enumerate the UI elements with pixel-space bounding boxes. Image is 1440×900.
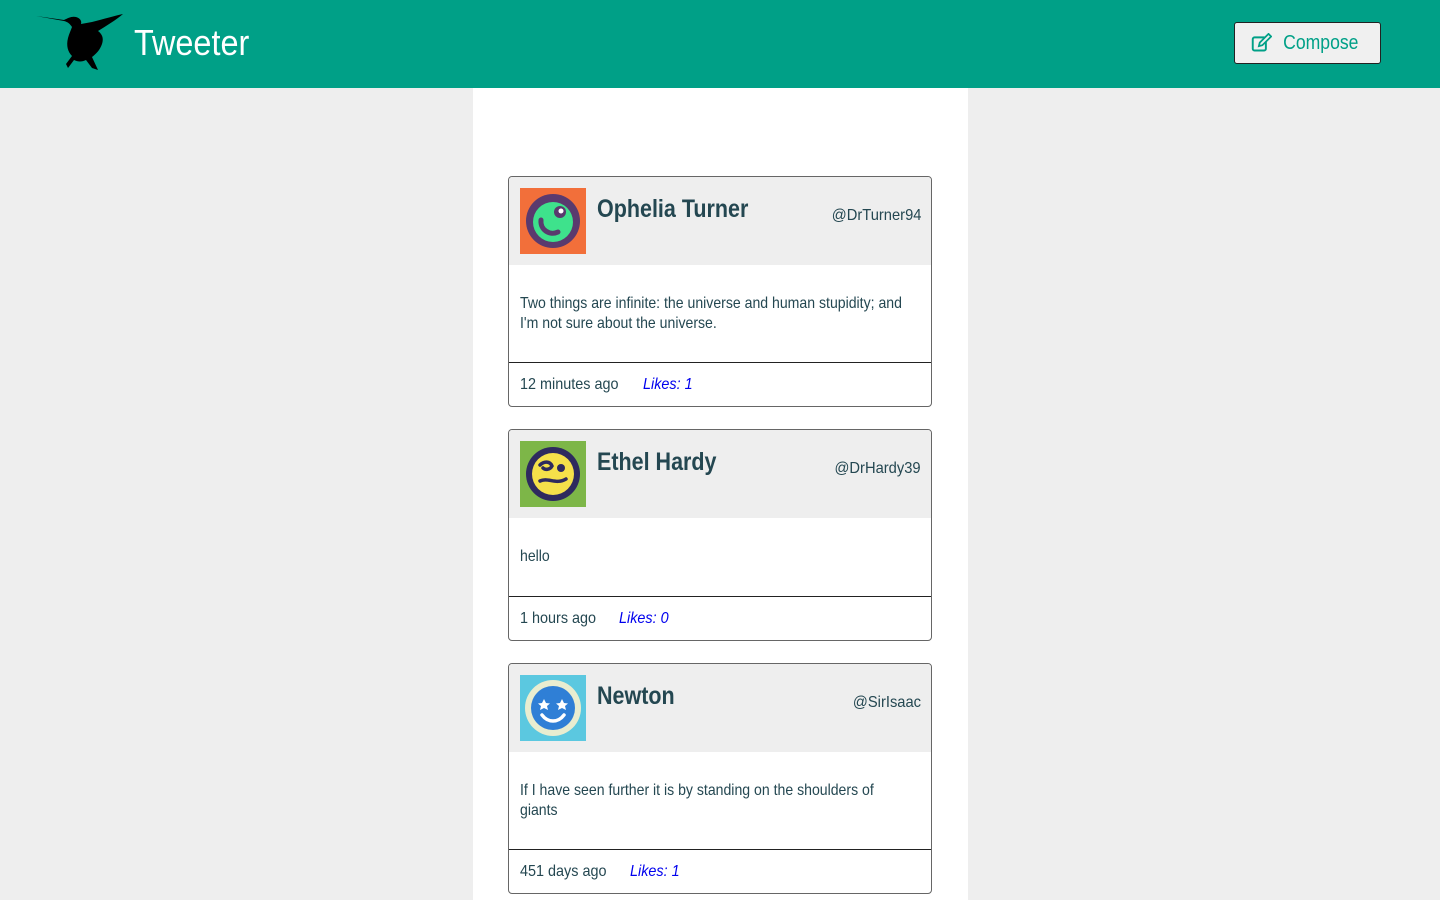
user-name: Ethel Hardy [597,448,717,476]
tweet-time: 451 days ago [520,862,607,880]
tweet-body: hello [509,518,931,597]
tweet-header: Ethel Hardy @DrHardy39 [509,430,931,518]
tweet-feed: Ophelia Turner @DrTurner94 Two things ar… [473,88,968,900]
compose-button[interactable]: Compose [1234,22,1381,64]
avatar-face-icon [520,441,586,507]
tweet-body: If I have seen further it is by standing… [509,752,931,850]
user-name: Newton [597,682,675,710]
compose-label: Compose [1283,31,1359,54]
avatar-face-icon [520,675,586,741]
edit-icon [1251,32,1273,51]
app-title[interactable]: Tweeter [134,22,249,64]
tweet-header: Ophelia Turner @DrTurner94 [509,177,931,265]
tweet-time: 1 hours ago [520,609,597,627]
user-handle: @SirIsaac [852,694,921,711]
tweet-text: hello [520,548,550,565]
tweet-footer: 451 days ago Likes: 1 [509,850,931,893]
tweet-time: 12 minutes ago [520,375,619,393]
user-name: Ophelia Turner [597,195,749,223]
likes-count[interactable]: Likes: 0 [619,610,669,628]
tweet-text: Two things are infinite: the universe an… [520,295,902,332]
hummingbird-icon [36,14,123,70]
user-handle: @DrTurner94 [831,207,921,224]
tweet-footer: 1 hours ago Likes: 0 [509,597,931,640]
user-handle: @DrHardy39 [834,460,921,477]
tweet-text: If I have seen further it is by standing… [520,782,874,819]
likes-count[interactable]: Likes: 1 [643,376,693,394]
top-nav-bar: Tweeter Compose [0,0,1440,88]
likes-count[interactable]: Likes: 1 [630,863,680,881]
tweet-footer: 12 minutes ago Likes: 1 [509,363,931,406]
tweet-card: Newton @SirIsaac If I have seen further … [508,663,932,894]
tweet-body: Two things are infinite: the universe an… [509,265,931,363]
tweet-card: Ophelia Turner @DrTurner94 Two things ar… [508,176,932,407]
tweet-card: Ethel Hardy @DrHardy39 hello 1 hours ago… [508,429,932,641]
avatar-face-icon [520,188,586,254]
tweet-header: Newton @SirIsaac [509,664,931,752]
